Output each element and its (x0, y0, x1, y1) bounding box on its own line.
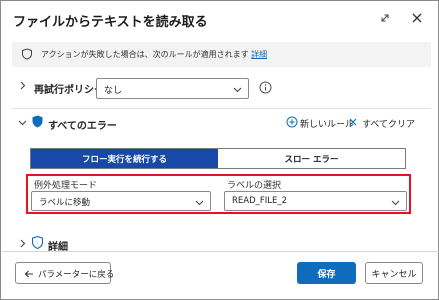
dialog: ファイルからテキストを読み取る アクションが失敗した場合は、次のルールが適用され… (0, 0, 439, 300)
arrow-left-icon (24, 269, 34, 279)
label-select[interactable]: READ_FILE_2 (224, 191, 407, 211)
chevron-down-icon[interactable] (18, 118, 27, 127)
retry-policy-value: なし (104, 86, 123, 96)
close-icon[interactable] (348, 117, 358, 127)
exception-mode-label: 例外処理モード (34, 181, 98, 191)
all-errors-label: すべてのエラー (48, 121, 117, 132)
exception-mode-value: ラベルに移動 (39, 198, 91, 208)
label-select-label: ラベルの選択 (227, 181, 282, 191)
back-to-parameters-button[interactable]: パラメーターに戻る (15, 262, 115, 284)
shield-filled-icon (32, 115, 43, 128)
expand-icon[interactable] (378, 11, 392, 25)
close-icon[interactable] (410, 11, 424, 25)
chevron-down-icon (391, 198, 400, 207)
exception-mode-select[interactable]: ラベルに移動 (31, 191, 211, 211)
divider (12, 108, 431, 109)
shield-icon (21, 48, 33, 60)
clear-all-button[interactable]: すべてクリア (362, 117, 415, 130)
new-rule-button[interactable]: 新しいルール (300, 117, 354, 130)
retry-policy-label: 再試行ポリシー (34, 85, 104, 96)
retry-policy-select[interactable]: なし (96, 78, 249, 99)
chevron-down-icon (195, 198, 204, 207)
dialog-title: ファイルからテキストを読み取る (13, 15, 208, 30)
divider (2, 251, 439, 252)
add-circle-icon[interactable] (286, 116, 298, 128)
back-label: パラメーターに戻る (38, 270, 115, 280)
info-text: アクションが失敗した場合は、次のルールが適用されます 詳細 (41, 49, 267, 60)
throw-error-button[interactable]: スロー エラー (218, 149, 405, 168)
cancel-button[interactable]: キャンセル (365, 262, 423, 284)
info-circle-icon[interactable] (259, 81, 272, 94)
chevron-right-icon[interactable] (18, 239, 27, 248)
info-bar: アクションが失敗した場合は、次のルールが適用されます 詳細 (12, 42, 431, 67)
chevron-right-icon[interactable] (18, 81, 27, 90)
shield-icon (32, 236, 43, 249)
info-message: アクションが失敗した場合は、次のルールが適用されます (41, 50, 249, 59)
chevron-down-icon (233, 85, 242, 94)
details-link[interactable]: 詳細 (251, 50, 267, 59)
error-mode-toggle: フロー実行を続行する スロー エラー (30, 148, 406, 169)
save-button[interactable]: 保存 (297, 262, 356, 284)
label-select-value: READ_FILE_2 (232, 196, 288, 206)
continue-flow-button[interactable]: フロー実行を続行する (31, 149, 218, 168)
